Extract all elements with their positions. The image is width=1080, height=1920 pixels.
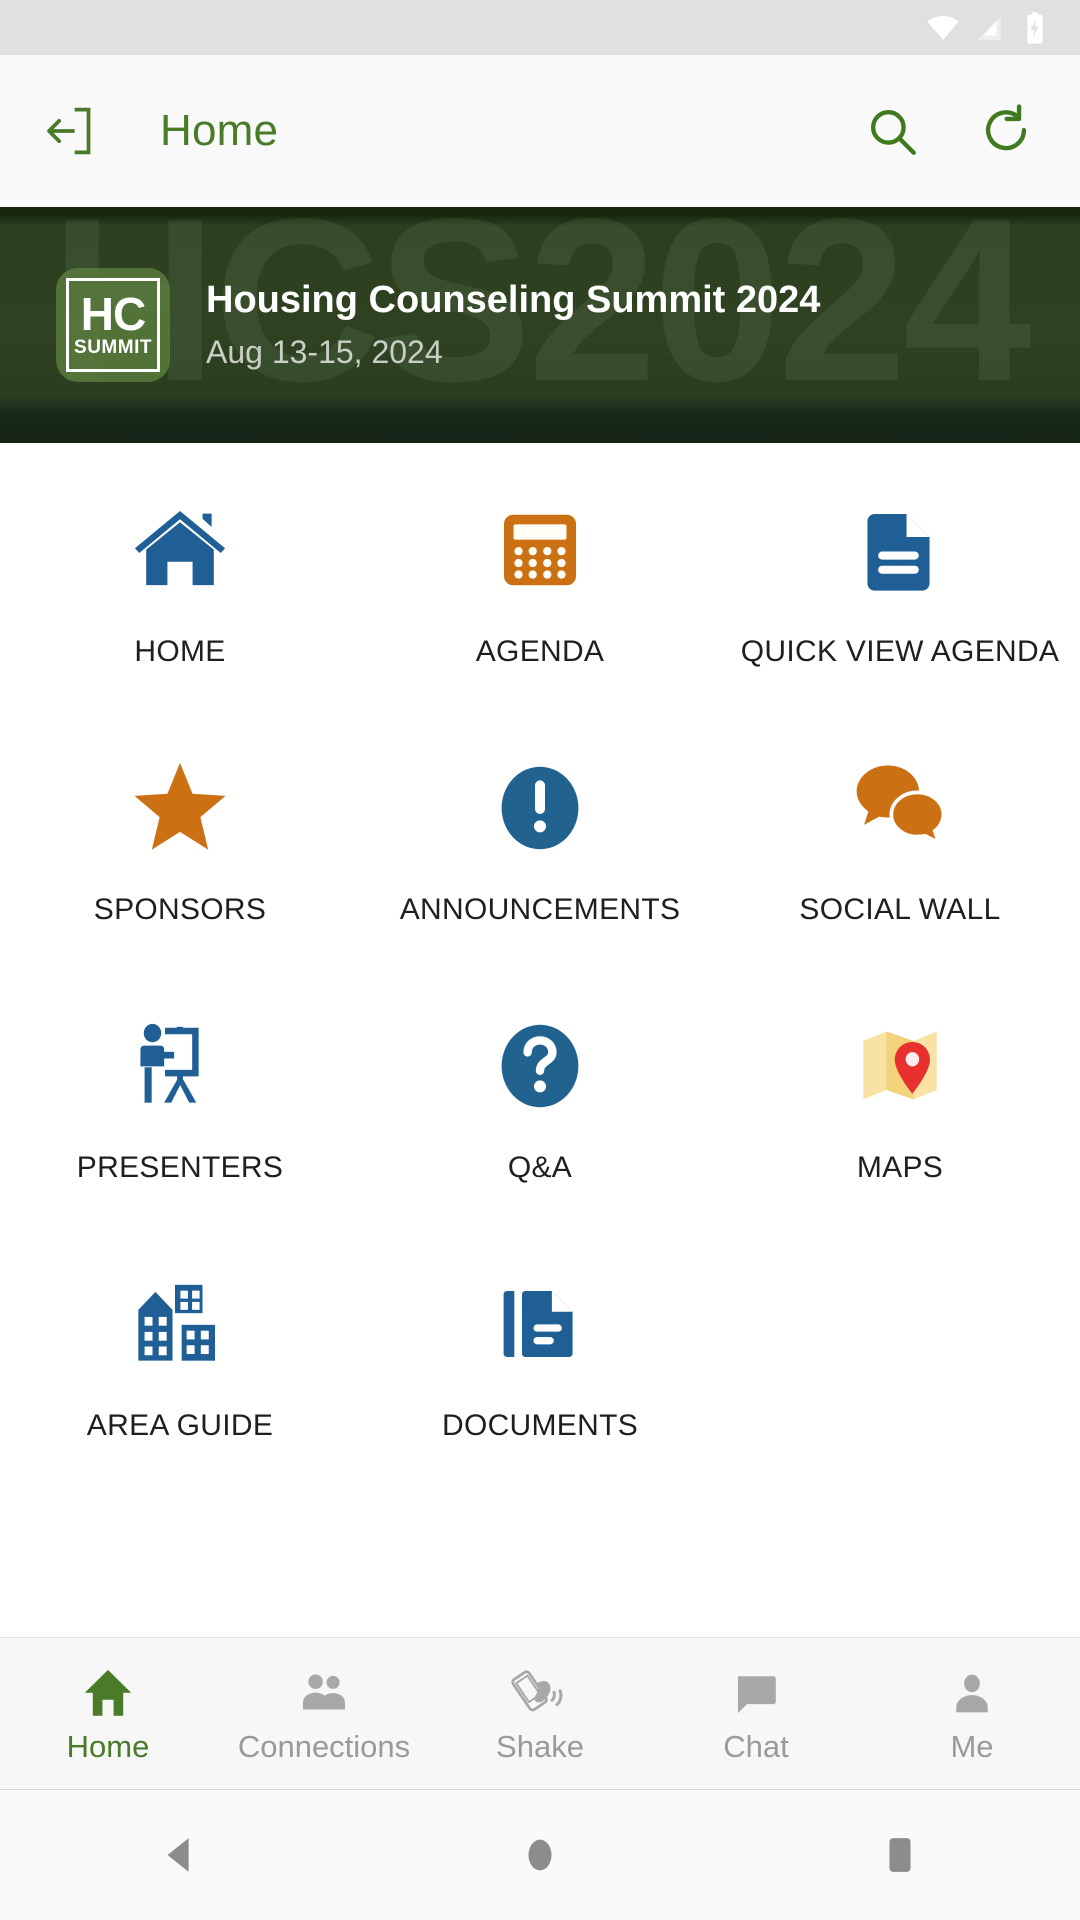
person-icon [945,1663,999,1723]
wifi-icon [926,11,960,45]
chat-icon [729,1663,783,1723]
search-icon[interactable] [854,93,930,169]
menu-grid: HOME AGENDA QUICK VIEW AGENDA SPONSORS A… [0,443,1080,1637]
nav-item-label: Shake [496,1728,584,1764]
nav-item-label: Connections [237,1728,411,1764]
question-circle-icon [492,1007,588,1125]
presenter-easel-icon [130,1007,230,1125]
menu-tile-label: AREA GUIDE [86,1409,274,1442]
refresh-icon[interactable] [968,93,1044,169]
menu-tile-home[interactable]: HOME [0,469,360,727]
menu-tile-presenters[interactable]: PRESENTERS [0,985,360,1243]
system-navigation-bar [0,1789,1080,1920]
event-logo-secondary: SUMMIT [74,337,152,359]
menu-tile-label: HOME [134,635,226,668]
back-triangle-icon[interactable] [120,1790,240,1920]
menu-tile-maps[interactable]: MAPS [720,985,1080,1243]
logout-icon[interactable] [34,93,110,169]
event-date: Aug 13-15, 2024 [206,334,443,371]
menu-tile-social-wall[interactable]: SOCIAL WALL [720,727,1080,985]
exclamation-circle-icon [492,749,588,867]
menu-tile-label: DOCUMENTS [441,1409,639,1442]
calculator-icon [494,491,586,609]
shake-phone-icon [511,1663,569,1723]
menu-tile-label: SOCIAL WALL [799,893,1001,926]
menu-tile-label: PRESENTERS [76,1151,284,1184]
page-title: Home [160,106,279,155]
menu-tile-label: AGENDA [475,635,605,668]
phone-screen: Home HCS2024 HC SUMMIT Housing Counselin… [0,0,1080,1920]
menu-tile-quick-view-agenda[interactable]: QUICK VIEW AGENDA [720,469,1080,727]
event-banner[interactable]: HCS2024 HC SUMMIT Housing Counseling Sum… [0,207,1080,443]
menu-tile-sponsors[interactable]: SPONSORS [0,727,360,985]
bottom-navigation: Home Connections Shake Chat Me [0,1637,1080,1789]
banner-text: Housing Counseling Summit 2024 Aug 13-15… [206,279,820,372]
menu-tile-label: Q&A [507,1151,573,1184]
menu-tile-label: ANNOUNCEMENTS [399,893,681,926]
banner-content: HC SUMMIT Housing Counseling Summit 2024… [0,207,1080,443]
menu-tile-area-guide[interactable]: AREA GUIDE [0,1243,360,1501]
home-icon [79,1663,137,1723]
documents-icon [494,1265,586,1383]
document-icon [854,491,946,609]
event-logo: HC SUMMIT [56,268,170,382]
menu-tile-label: MAPS [856,1151,944,1184]
event-logo-frame: HC SUMMIT [66,278,160,372]
app-bar: Home [0,55,1080,207]
nav-item-label: Chat [723,1728,789,1764]
nav-item-home[interactable]: Home [0,1663,216,1765]
app-bar-actions [854,93,1044,169]
menu-tile-label: SPONSORS [93,893,267,926]
battery-charging-icon [1020,11,1050,45]
menu-tile-announcements[interactable]: ANNOUNCEMENTS [360,727,720,985]
event-logo-primary: HC [80,287,146,340]
star-icon [128,749,232,867]
people-icon [296,1663,352,1723]
event-title: Housing Counseling Summit 2024 [206,278,821,321]
nav-item-chat[interactable]: Chat [648,1663,864,1765]
menu-tile-qa[interactable]: Q&A [360,985,720,1243]
nav-item-shake[interactable]: Shake [432,1663,648,1765]
home-circle-icon[interactable] [480,1790,600,1920]
menu-tile-agenda[interactable]: AGENDA [360,469,720,727]
folded-map-pin-icon [855,1007,945,1125]
nav-item-connections[interactable]: Connections [216,1663,432,1765]
nav-item-label: Me [950,1728,994,1764]
chat-bubbles-icon [848,749,952,867]
nav-item-label: Home [66,1728,150,1764]
buildings-icon [130,1265,230,1383]
recents-square-icon[interactable] [840,1790,960,1920]
menu-tile-label: QUICK VIEW AGENDA [740,635,1060,668]
status-bar [0,0,1080,55]
menu-tile-documents[interactable]: DOCUMENTS [360,1243,720,1501]
cellular-signal-icon [974,12,1006,44]
house-icon [128,491,232,609]
nav-item-me[interactable]: Me [864,1663,1080,1765]
